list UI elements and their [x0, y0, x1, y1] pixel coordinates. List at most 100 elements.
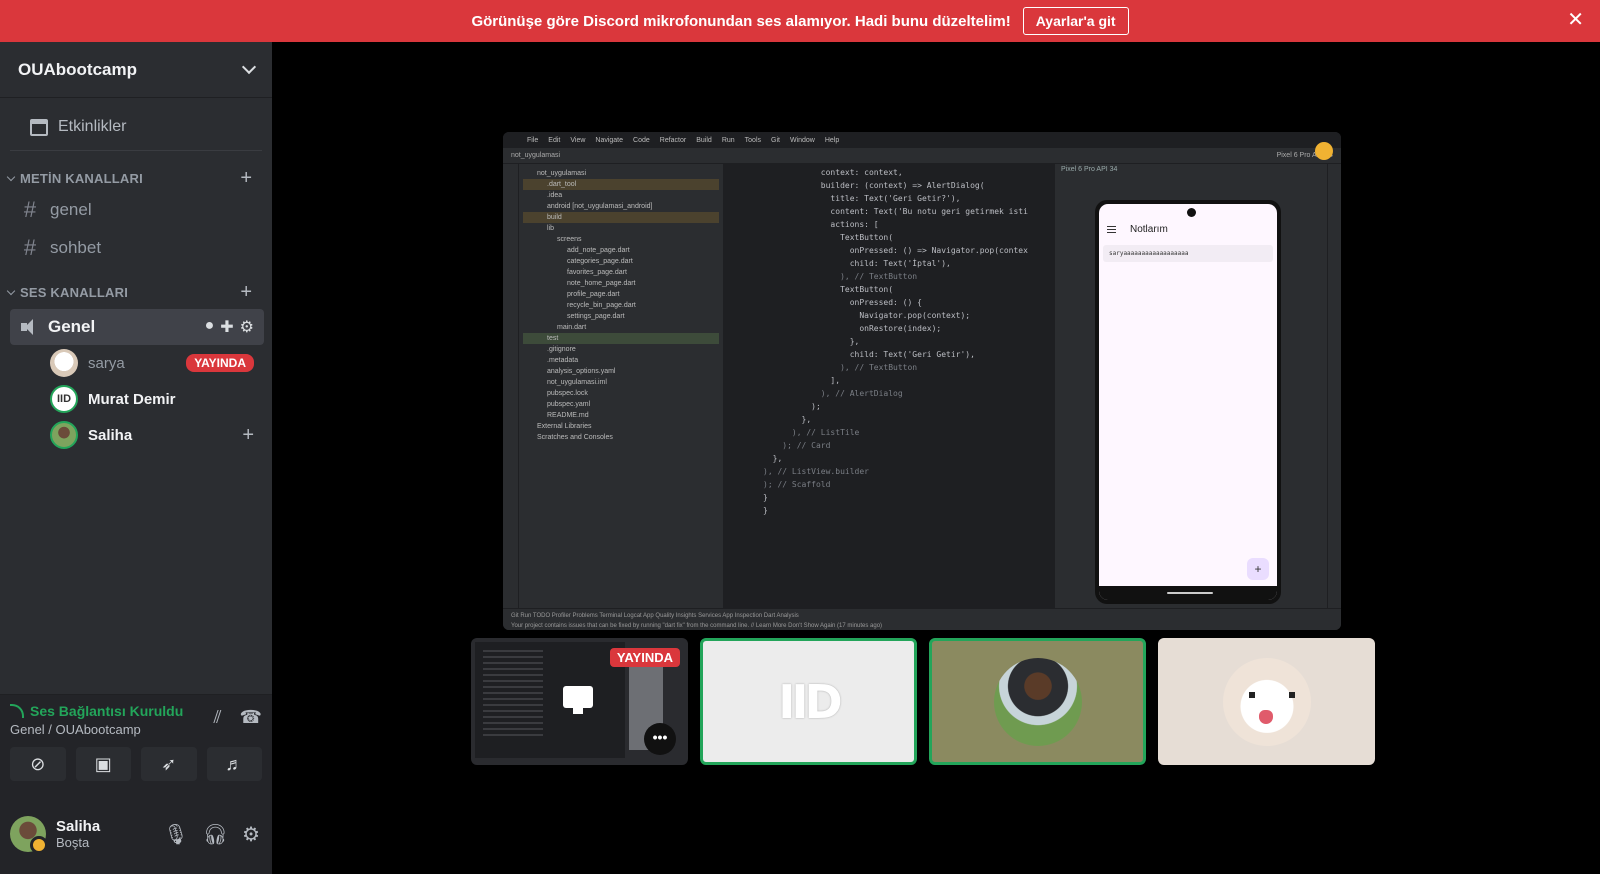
- voice-channel-genel[interactable]: Genel ● ✚ ⚙: [10, 309, 264, 345]
- ide-status-area: Git Run TODO Profiler Problems Terminal …: [503, 608, 1341, 630]
- monitor-icon: [563, 686, 593, 714]
- avatar: [10, 816, 48, 854]
- tree-item: screens: [557, 236, 582, 243]
- voice-connection-panel: Ses Bağlantısı Kuruldu Genel / OUAbootca…: [0, 694, 272, 794]
- code-line: TextButton(: [763, 233, 894, 242]
- avatar: [1222, 657, 1311, 746]
- code-line: ), // AlertDialog: [763, 389, 903, 398]
- tree-item: lib: [547, 225, 555, 232]
- tree-item: External Libraries: [537, 423, 592, 430]
- project-breadcrumb: not_uygulamasi: [511, 152, 561, 159]
- participant-tile-saliha[interactable]: [929, 638, 1146, 765]
- code-line: builder: (context) => AlertDialog(: [763, 181, 985, 190]
- tree-item: pubspec.yaml: [547, 401, 591, 408]
- code-line: },: [763, 337, 860, 346]
- stream-tile-sarya[interactable]: YAYINDA •••: [471, 638, 688, 765]
- ide-menu-item: Git: [771, 136, 780, 144]
- code-line: ); // Scaffold: [763, 480, 831, 489]
- ide-menu-item: Edit: [548, 136, 561, 144]
- add-note-fab: +: [1247, 558, 1269, 580]
- add-channel-icon[interactable]: +: [240, 282, 252, 302]
- notification-badge: [1315, 142, 1333, 160]
- stream-preview: [475, 642, 625, 758]
- close-icon[interactable]: ✕: [1567, 10, 1584, 30]
- headphones-icon[interactable]: 🎧︎: [203, 822, 228, 847]
- ide-toolbar: not_uygulamasi Pixel 6 Pro API 34: [503, 148, 1341, 164]
- camera-off-button[interactable]: ⊘: [10, 747, 66, 781]
- category-label: METİN KANALLARI: [20, 170, 143, 186]
- calendar-icon: [30, 118, 48, 136]
- participant-tile-murat[interactable]: IID: [700, 638, 917, 765]
- running-device-panel: Pixel 6 Pro API 34 Notlarım saryaaaaaaaa…: [1055, 164, 1327, 608]
- voice-member-saliha[interactable]: Saliha +: [0, 417, 272, 453]
- tree-item: Scratches and Consoles: [537, 434, 613, 441]
- voice-member-sarya[interactable]: sarya YAYINDA: [0, 345, 272, 381]
- ide-menu-item: Code: [633, 136, 650, 144]
- code-line: ), // ListTile: [763, 428, 860, 437]
- tree-item: build: [523, 212, 719, 223]
- rocket-icon: ➶: [161, 753, 177, 774]
- code-line: onRestore(index);: [763, 324, 942, 333]
- ide-menubar: File Edit View Navigate Code Refactor Build Run…: [503, 132, 1341, 148]
- ide-menu-item: Build: [696, 136, 712, 144]
- ide-menu-item: View: [570, 136, 586, 144]
- tree-item: android [not_uygulamasi_android]: [547, 203, 653, 210]
- chat-bubble-icon[interactable]: ●: [205, 317, 215, 337]
- gear-icon[interactable]: ⚙: [242, 822, 260, 847]
- code-line: child: Text('İptal'),: [763, 259, 951, 268]
- tree-item: test: [523, 333, 719, 344]
- channel-sohbet[interactable]: # sohbet: [0, 231, 272, 265]
- go-to-settings-button[interactable]: Ayarlar'a git: [1022, 7, 1129, 35]
- member-name: Saliha: [88, 426, 133, 444]
- code-line: actions: [: [763, 220, 879, 229]
- code-line: },: [763, 415, 812, 424]
- user-info[interactable]: Saliha Boşta: [10, 816, 100, 854]
- participant-tile-sarya[interactable]: [1158, 638, 1375, 765]
- mic-warning-banner: Görünüşe göre Discord mikrofonundan ses …: [0, 0, 1600, 42]
- voice-location[interactable]: Genel / OUAbootcamp: [10, 722, 183, 737]
- code-line: ), // ListView.builder: [763, 467, 869, 476]
- phone-emulator: Notlarım saryaaaaaaaaaaaaaaaaaa +: [1095, 200, 1281, 604]
- disconnect-icon[interactable]: ☎: [240, 707, 262, 728]
- channel-genel[interactable]: # genel: [0, 193, 272, 227]
- live-badge: YAYINDA: [609, 648, 680, 667]
- tree-item: profile_page.dart: [567, 291, 620, 298]
- voice-member-murat[interactable]: IID Murat Demir: [0, 381, 272, 417]
- project-tree: not_uygulamasi .dart_tool .idea android [no…: [519, 164, 723, 608]
- avatar: [993, 657, 1082, 746]
- add-icon[interactable]: +: [242, 425, 254, 445]
- ide-menu-item: Help: [824, 136, 840, 144]
- more-options-button[interactable]: •••: [644, 723, 676, 755]
- screen-share-icon: ▣: [94, 753, 112, 774]
- microphone-icon[interactable]: 🎙︎: [163, 822, 188, 847]
- user-panel: Saliha Boşta 🎙︎ 🎧︎ ⚙: [0, 794, 272, 874]
- invite-member-icon[interactable]: ✚: [220, 317, 233, 337]
- text-channels-category[interactable]: METİN KANALLARI +: [0, 167, 272, 189]
- share-screen-button[interactable]: ▣: [75, 747, 131, 781]
- banner-message: Görünüşe göre Discord mikrofonundan ses …: [471, 12, 1011, 30]
- voice-status: Ses Bağlantısı Kuruldu: [30, 703, 184, 719]
- tree-item: not_uygulamasi.iml: [547, 379, 607, 386]
- chevron-down-icon: [6, 172, 16, 181]
- add-channel-icon[interactable]: +: [240, 168, 252, 188]
- server-header[interactable]: OUAbootcamp: [0, 42, 272, 98]
- avatar: [50, 349, 78, 377]
- category-label: SES KANALLARI: [20, 284, 129, 300]
- activities-button[interactable]: ➶: [141, 747, 197, 781]
- shared-screen[interactable]: File Edit View Navigate Code Refactor Build Run…: [503, 132, 1341, 630]
- tree-item: note_home_page.dart: [567, 280, 636, 287]
- code-line: Navigator.pop(context);: [763, 311, 971, 320]
- hash-icon: #: [23, 235, 37, 260]
- camera-off-icon: ⊘: [30, 753, 46, 774]
- events-item[interactable]: Etkinlikler: [10, 98, 262, 151]
- code-editor: context: context, builder: (context) => …: [723, 164, 1055, 608]
- ide-menu-item: File: [527, 136, 539, 144]
- tree-item: .dart_tool: [523, 179, 719, 190]
- voice-channels-category[interactable]: SES KANALLARI +: [0, 281, 272, 303]
- soundboard-button[interactable]: ♬: [206, 747, 262, 781]
- tree-item: categories_page.dart: [567, 258, 633, 265]
- noise-suppression-icon[interactable]: ⫽: [214, 707, 222, 728]
- gear-icon[interactable]: ⚙: [240, 317, 254, 337]
- code-line: }: [763, 493, 768, 502]
- tree-item: .gitignore: [547, 346, 576, 353]
